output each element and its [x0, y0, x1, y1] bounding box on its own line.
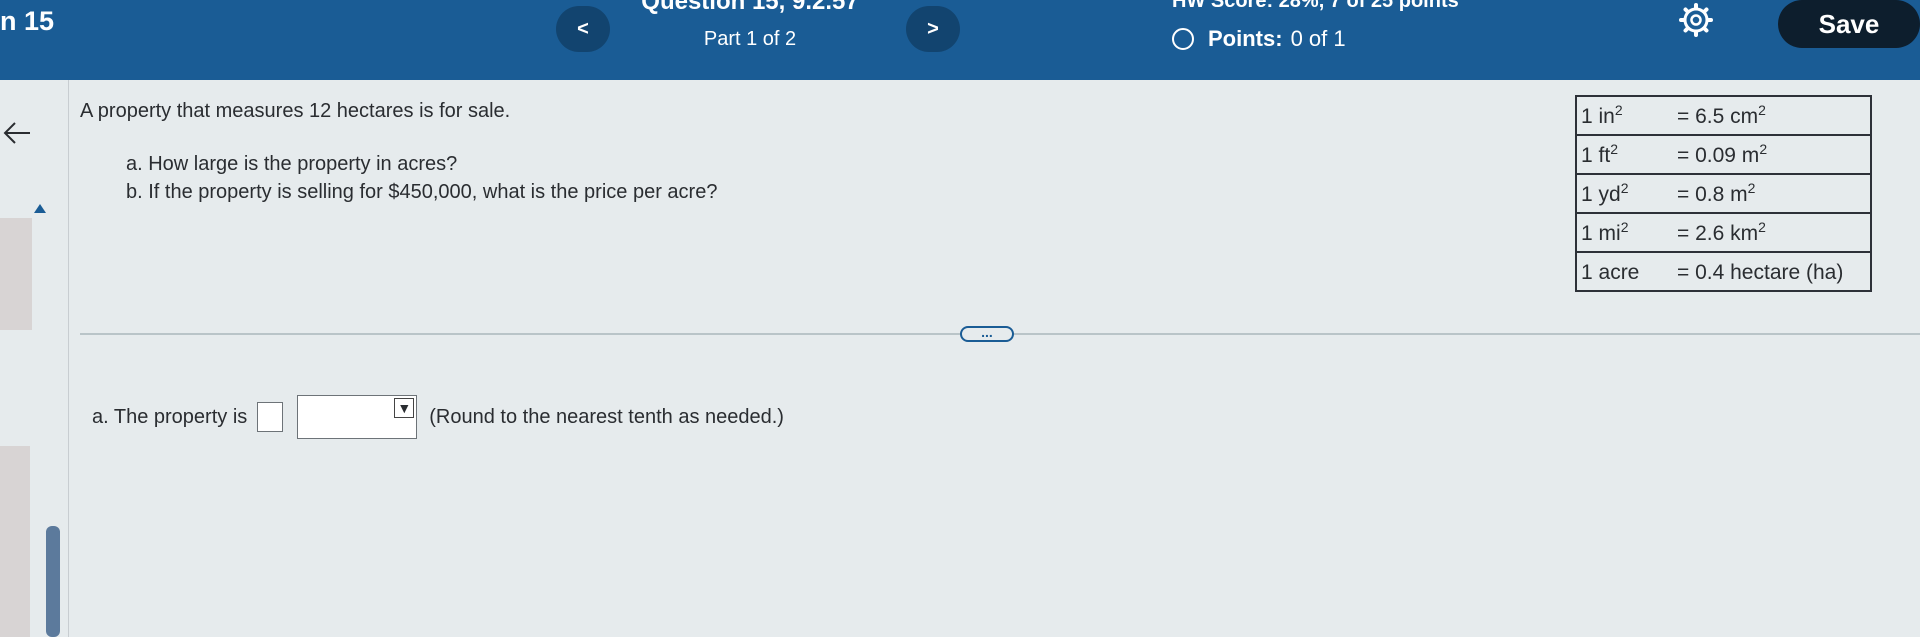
- expand-dots-button[interactable]: ...: [960, 325, 1014, 342]
- conversion-row: 1 mi2 = 2.6 km2: [1575, 212, 1872, 253]
- back-arrow-icon[interactable]: [2, 118, 32, 148]
- problem-statement: A property that measures 12 hectares is …: [80, 100, 511, 122]
- collapse-triangle-icon[interactable]: [34, 204, 46, 213]
- question-part-b: b. If the property is selling for $450,0…: [126, 181, 718, 203]
- gear-icon[interactable]: [1679, 3, 1713, 37]
- conversion-row: 1 in2 = 6.5 cm2: [1575, 95, 1872, 136]
- points-circle-icon: [1172, 28, 1194, 50]
- question-title: Question 15, 9.2.57: [641, 0, 859, 15]
- rounding-note: (Round to the nearest tenth as needed.): [429, 405, 784, 428]
- conversion-lhs: 1 acre: [1581, 261, 1640, 284]
- conversion-row: 1 acre = 0.4 hectare (ha): [1575, 251, 1872, 292]
- conversion-rhs-exponent: 2: [1747, 180, 1756, 196]
- conversion-lhs: 1 in: [1581, 105, 1615, 128]
- conversion-rhs: = 6.5 cm: [1677, 105, 1759, 128]
- points-label: Points:: [1208, 26, 1283, 51]
- conversion-table: 1 in2 = 6.5 cm2 1 ft2 = 0.09 m2 1 yd2 = …: [1575, 95, 1872, 292]
- side-panel-block: [0, 446, 30, 637]
- top-bar: n 15 < Question 15, 9.2.57 Part 1 of 2 >…: [0, 0, 1920, 80]
- conversion-lhs: 1 yd: [1581, 183, 1621, 206]
- conversion-lhs-exponent: 2: [1620, 180, 1629, 196]
- conversion-rhs: = 2.6 km: [1677, 222, 1759, 245]
- conversion-rhs: = 0.8 m: [1677, 183, 1748, 206]
- conversion-rhs-exponent: 2: [1759, 141, 1768, 157]
- conversion-lhs-exponent: 2: [1620, 219, 1629, 235]
- answer-prefix: a. The property is: [92, 405, 248, 428]
- conversion-row: 1 yd2 = 0.8 m2: [1575, 173, 1872, 214]
- conversion-lhs: 1 ft: [1581, 144, 1611, 167]
- content-border: [68, 80, 69, 637]
- conversion-rhs-exponent: 2: [1758, 102, 1766, 118]
- save-button[interactable]: Save: [1778, 0, 1920, 48]
- unit-dropdown[interactable]: ▼: [297, 395, 418, 439]
- side-panel-block: [0, 218, 32, 330]
- hw-score: HW Score: 28%, 7 of 25 points: [1172, 0, 1459, 12]
- conversion-lhs-exponent: 2: [1610, 141, 1618, 157]
- conversion-row: 1 ft2 = 0.09 m2: [1575, 134, 1872, 175]
- next-question-button[interactable]: >: [906, 6, 960, 52]
- answer-row: a. The property is ▼ (Round to the neare…: [92, 395, 784, 439]
- conversion-rhs-exponent: 2: [1758, 219, 1766, 235]
- scrollbar[interactable]: [46, 526, 60, 637]
- points-indicator: Points: 0 of 1: [1172, 26, 1346, 52]
- dropdown-arrow-icon[interactable]: ▼: [394, 398, 415, 418]
- part-indicator: Part 1 of 2: [703, 28, 797, 50]
- conversion-rhs: = 0.4 hectare (ha): [1677, 261, 1844, 284]
- conversion-rhs: = 0.09 m: [1677, 144, 1760, 167]
- conversion-lhs-exponent: 2: [1614, 102, 1623, 118]
- points-value: 0 of 1: [1290, 26, 1346, 51]
- question-part-a: a. How large is the property in acres?: [126, 153, 458, 175]
- answer-value-input[interactable]: [257, 402, 284, 432]
- conversion-lhs: 1 mi: [1581, 222, 1621, 245]
- question-number-fragment: n 15: [0, 6, 55, 36]
